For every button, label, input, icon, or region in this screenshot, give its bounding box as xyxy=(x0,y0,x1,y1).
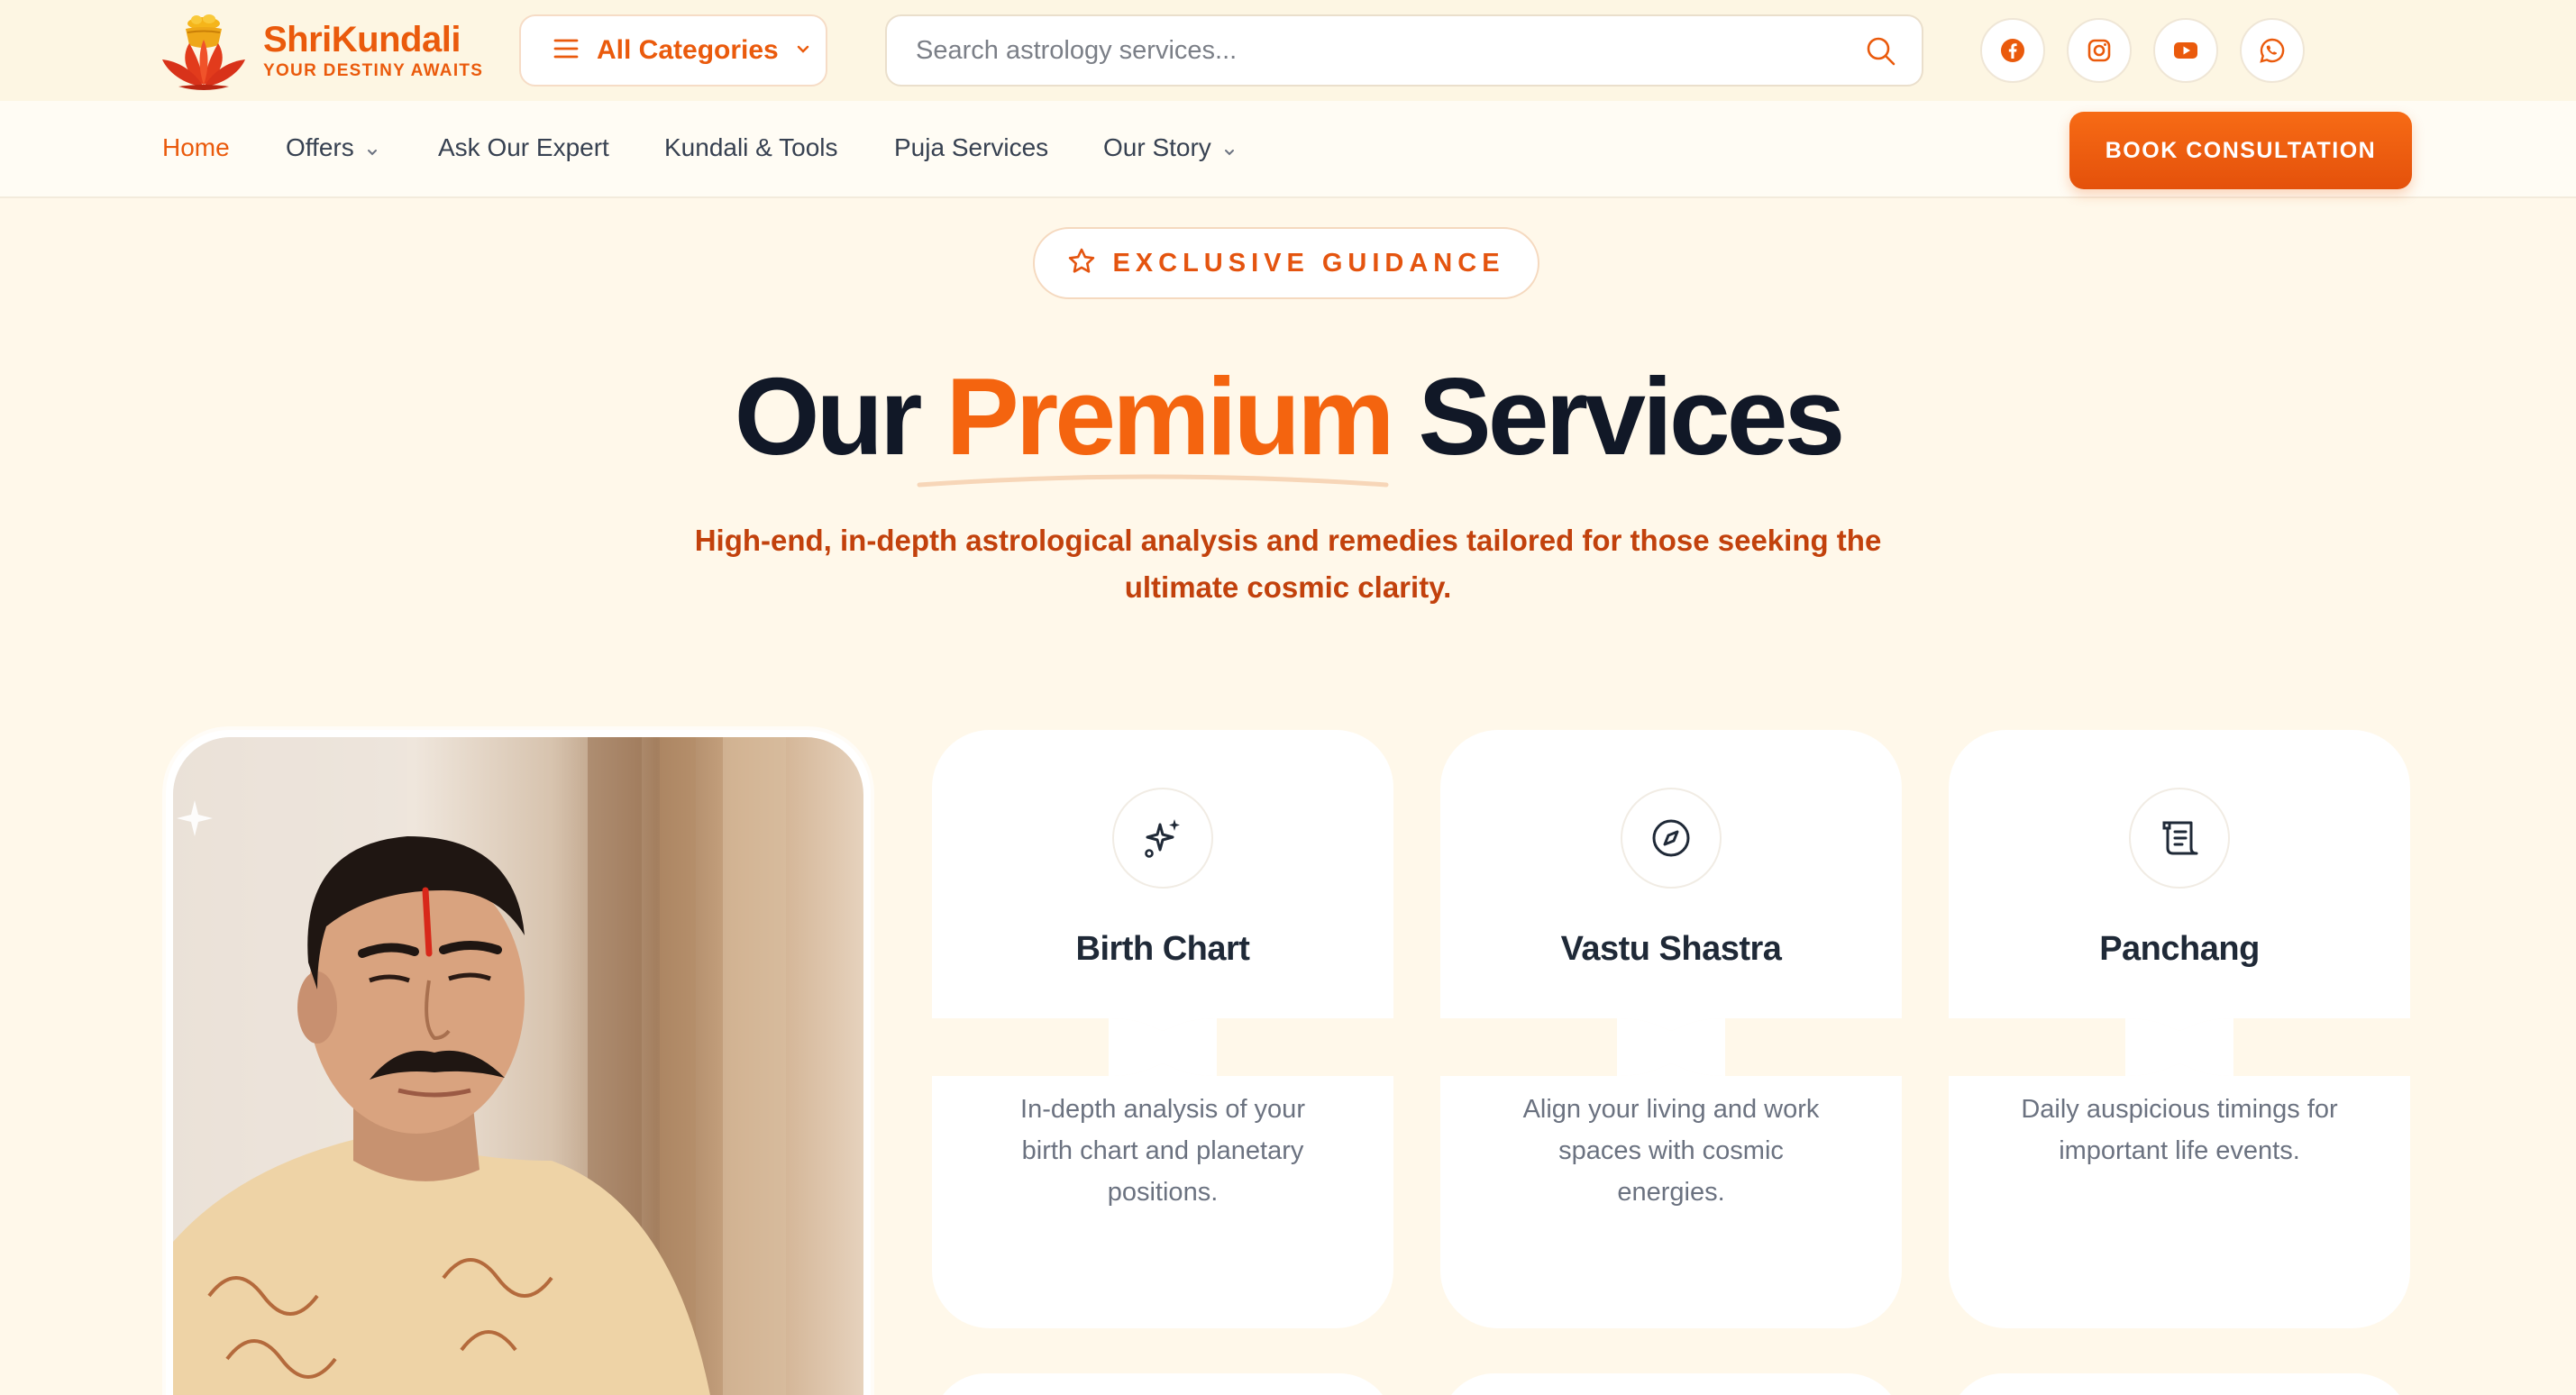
service-card-peek xyxy=(1440,1373,1902,1395)
lotus-logo-icon xyxy=(159,13,249,90)
search-input[interactable] xyxy=(887,17,1824,84)
title-highlight: Premium xyxy=(945,355,1394,478)
main-nav: Home Offers Ask Our Expert Kundali & Too… xyxy=(0,101,2576,198)
nav-item-home[interactable]: Home xyxy=(162,133,230,162)
book-consultation-button[interactable]: BOOK CONSULTATION xyxy=(2069,112,2412,189)
astrologer-portrait xyxy=(166,730,871,1395)
whatsapp-icon[interactable] xyxy=(2240,18,2305,83)
service-title: Birth Chart xyxy=(1075,930,1250,968)
service-card-vastu-shastra[interactable]: Vastu Shastra Align your living and work… xyxy=(1440,730,1902,1328)
chevron-down-icon xyxy=(797,42,809,59)
nav-item-our-story[interactable]: Our Story xyxy=(1103,133,1235,162)
title-underline-decoration xyxy=(917,474,1389,488)
all-categories-label: All Categories xyxy=(597,35,779,65)
instagram-icon[interactable] xyxy=(2067,18,2132,83)
nav-item-puja-services[interactable]: Puja Services xyxy=(894,133,1048,162)
service-title: Vastu Shastra xyxy=(1560,930,1782,968)
card-divider-decoration xyxy=(1440,1018,1902,1076)
search-icon[interactable] xyxy=(1864,34,1898,68)
service-description: In-depth analysis of your birth chart an… xyxy=(1020,1095,1305,1207)
service-card-peek xyxy=(1949,1373,2410,1395)
hero-subtitle: High-end, in-depth astrological analysis… xyxy=(694,524,1882,604)
menu-icon xyxy=(553,38,579,64)
service-title: Panchang xyxy=(2099,930,2260,968)
brand-name: ShriKundali xyxy=(263,20,461,59)
brand-logo[interactable]: ShriKundali YOUR DESTINY AWAITS xyxy=(159,13,501,90)
top-bar: ShriKundali YOUR DESTINY AWAITS All Cate… xyxy=(0,0,2576,101)
youtube-icon[interactable] xyxy=(2153,18,2218,83)
search-bar xyxy=(885,14,1923,87)
exclusive-guidance-badge: EXCLUSIVE GUIDANCE xyxy=(1033,227,1539,299)
all-categories-button[interactable]: All Categories xyxy=(519,14,827,87)
nav-item-offers[interactable]: Offers xyxy=(286,133,378,162)
service-card-birth-chart[interactable]: Birth Chart In-depth analysis of your bi… xyxy=(932,730,1393,1328)
sparkles-icon xyxy=(1112,788,1213,889)
scroll-icon xyxy=(2129,788,2230,889)
service-card-peek xyxy=(932,1373,1393,1395)
star-icon xyxy=(1067,247,1096,280)
compass-icon xyxy=(1621,788,1722,889)
brand-tagline: YOUR DESTINY AWAITS xyxy=(263,61,484,80)
card-divider-decoration xyxy=(932,1018,1393,1076)
facebook-icon[interactable] xyxy=(1980,18,2045,83)
nav-item-ask-expert[interactable]: Ask Our Expert xyxy=(438,133,609,162)
chevron-down-icon xyxy=(367,133,378,162)
service-card-panchang[interactable]: Panchang Daily auspicious timings for im… xyxy=(1949,730,2410,1328)
card-divider-decoration xyxy=(1949,1018,2410,1076)
nav-item-kundali-tools[interactable]: Kundali & Tools xyxy=(664,133,838,162)
chevron-down-icon xyxy=(1224,133,1235,162)
service-description: Align your living and work spaces with c… xyxy=(1522,1095,1820,1207)
service-description: Daily auspicious timings for important l… xyxy=(2021,1095,2338,1165)
badge-text: EXCLUSIVE GUIDANCE xyxy=(1112,248,1505,278)
page-title: Our Premium Services xyxy=(734,355,1846,478)
